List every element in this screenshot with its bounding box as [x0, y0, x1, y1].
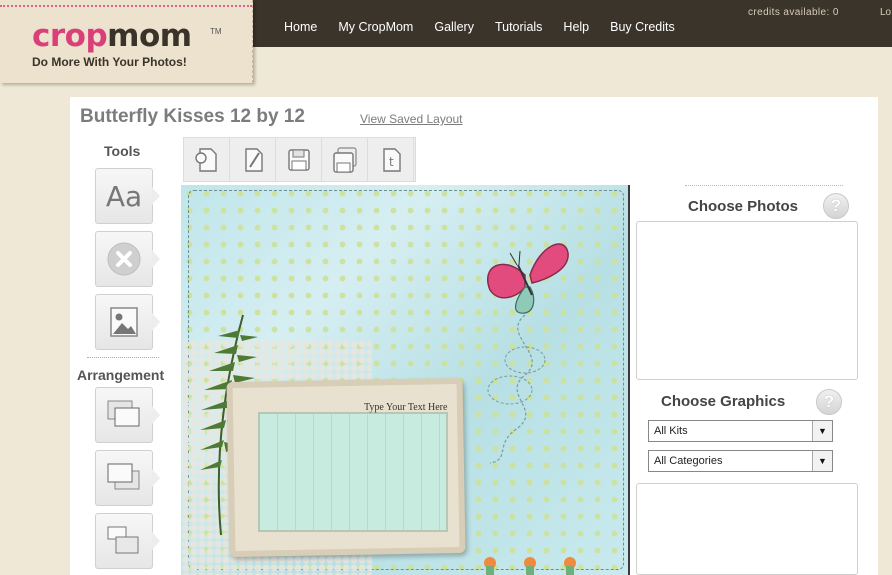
delete-icon: [107, 242, 141, 276]
chevron-down-icon: ▼: [812, 451, 832, 471]
graphics-help-icon[interactable]: ?: [816, 389, 842, 415]
photos-help-icon[interactable]: ?: [823, 193, 849, 219]
graphics-box[interactable]: [636, 483, 858, 575]
tools-label: Tools: [104, 143, 141, 159]
logo-crop-text: crop: [32, 18, 108, 54]
nav-gallery[interactable]: Gallery: [434, 20, 474, 34]
bring-forward-button[interactable]: [95, 387, 160, 443]
credits-available: credits available: 0: [748, 7, 839, 18]
logo-mom-text: mom: [107, 18, 192, 54]
share-tumblr-button[interactable]: t: [368, 138, 414, 181]
choose-photos-heading: Choose Photos: [688, 198, 799, 215]
categories-select-value: All Categories: [654, 455, 723, 467]
page-title: Butterfly Kisses 12 by 12: [80, 106, 305, 127]
right-panel-separator: [685, 185, 843, 186]
logo-tagline: Do More With Your Photos!: [32, 55, 187, 69]
nav-home[interactable]: Home: [284, 20, 317, 34]
new-layout-button[interactable]: [184, 138, 230, 181]
save-as-button[interactable]: [322, 138, 368, 181]
main-nav: Home My CropMom Gallery Tutorials Help B…: [284, 20, 696, 34]
categories-select[interactable]: All Categories ▼: [648, 450, 833, 472]
save-button[interactable]: [276, 138, 322, 181]
photo-placeholder[interactable]: [258, 412, 448, 532]
choose-graphics-heading: Choose Graphics: [661, 393, 786, 410]
logo-trademark: TM: [210, 27, 222, 36]
flower-border-graphic: [484, 557, 576, 575]
arrange-layers-icon: [107, 526, 139, 554]
send-backward-button[interactable]: [95, 450, 160, 506]
nav-help[interactable]: Help: [563, 20, 589, 34]
delete-button[interactable]: [95, 231, 160, 287]
nav-buy-credits[interactable]: Buy Credits: [610, 20, 675, 34]
image-icon: [110, 307, 138, 337]
topbar-scallop-edge: [240, 40, 892, 52]
new-page-icon: [194, 147, 217, 172]
add-text-button[interactable]: Aa: [95, 168, 160, 224]
text-tool-icon: Aa: [105, 179, 143, 213]
logout-link[interactable]: Lo: [880, 7, 891, 18]
kits-select-value: All Kits: [654, 425, 688, 437]
svg-text:t: t: [389, 155, 394, 169]
canvas-edge: [628, 185, 630, 575]
photos-box[interactable]: [636, 221, 858, 380]
caption-text[interactable]: Type Your Text Here: [364, 402, 447, 413]
save-as-icon: [332, 146, 357, 173]
send-backward-icon: [107, 463, 140, 490]
save-icon: [287, 148, 310, 171]
butterfly-graphic[interactable]: [470, 235, 580, 465]
tools-separator: [87, 357, 159, 358]
arrange-layers-button[interactable]: [95, 513, 160, 569]
edit-layout-button[interactable]: [230, 138, 276, 181]
bring-forward-icon: [107, 400, 140, 427]
add-image-button[interactable]: [95, 294, 160, 350]
edit-page-icon: [244, 147, 263, 172]
nav-tutorials[interactable]: Tutorials: [495, 20, 542, 34]
tumblr-page-icon: t: [382, 147, 401, 172]
arrangement-label: Arrangement: [77, 367, 165, 383]
logo: cropmom: [32, 18, 192, 54]
kits-select[interactable]: All Kits ▼: [648, 420, 833, 442]
file-toolbar: t: [183, 137, 416, 182]
logo-tag[interactable]: cropmom TM Do More With Your Photos!: [0, 0, 253, 83]
view-saved-layout-link[interactable]: View Saved Layout: [360, 112, 463, 126]
nav-my-cropmom[interactable]: My CropMom: [338, 20, 413, 34]
chevron-down-icon: ▼: [812, 421, 832, 441]
